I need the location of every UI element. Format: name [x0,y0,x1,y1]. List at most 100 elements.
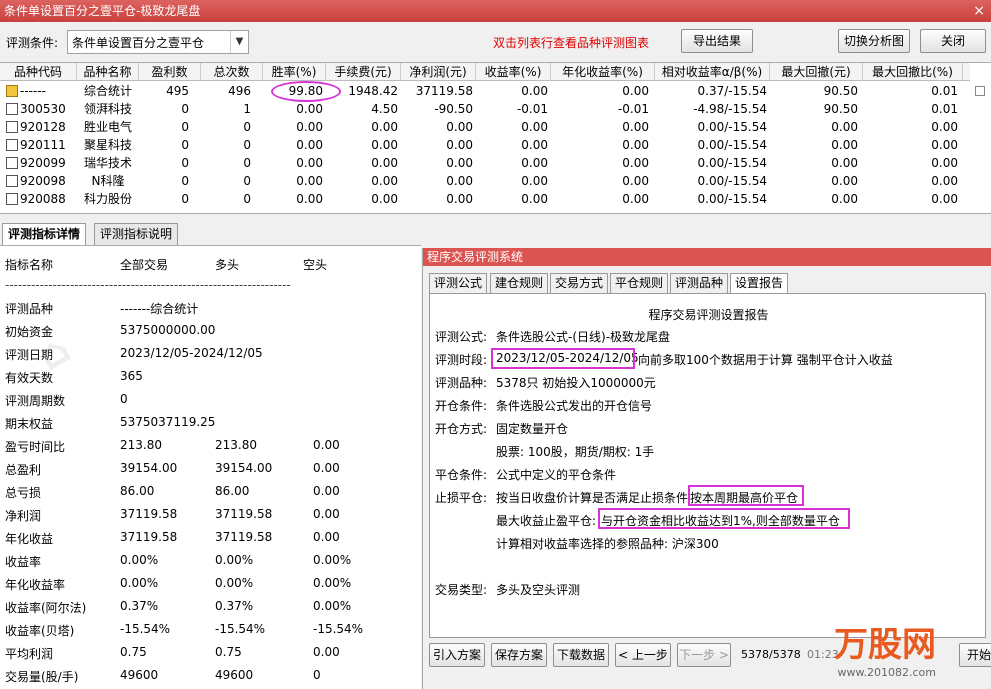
report-value: 固定数量开仓 [496,422,569,436]
tab-explain[interactable]: 评测指标说明 [94,223,179,245]
col-header[interactable]: 最大回撤比(%) [863,63,963,81]
tab-detail[interactable]: 评测指标详情 [2,223,87,245]
table-row[interactable]: ------ 综合统计 495 496 99.80 1948.42 37119.58 0.00… [0,82,970,100]
table-cell: 0.00 [622,120,649,134]
prev-step-button[interactable]: < 上一步 [615,643,671,667]
detail-row: 收益率(阿尔法) 0.37% 0.37% 0.00% [0,597,421,617]
col-header[interactable]: 总次数 [201,63,263,81]
tab-open-rule[interactable]: 建仓规则 [490,273,549,293]
table-cell: N科隆 [91,174,125,188]
table-cell: 300530 [20,102,66,116]
detail-value: 0.00% [120,576,159,590]
table-cell: 0 [243,120,251,134]
window-title-bar: 条件单设置百分之壹平仓-极致龙尾盘 × [0,0,991,22]
table-cell: 920088 [20,192,66,206]
detail-value: 49600 [215,668,254,682]
tab-settings-report[interactable]: 设置报告 [730,273,789,293]
table-row[interactable]: 300530 领湃科技 0 1 0.00 4.50 -90.50 -0.01 -0.01 -4.9… [0,100,970,118]
col-header[interactable]: 盈利数 [139,63,201,81]
close-button[interactable]: 关闭 [920,29,986,53]
tab-formula[interactable]: 评测公式 [429,273,488,293]
table-cell: 0.00/-15.54 [697,174,767,188]
report-value: 股票: 100股，期货/期权: 1手 [496,445,655,459]
detail-value: 5375037119.25 [120,415,216,429]
close-icon[interactable]: × [973,0,985,22]
chevron-down-icon[interactable]: ▼ [230,31,248,53]
table-cell: 0.01 [931,84,958,98]
col-header[interactable]: 胜率(%) [263,63,326,81]
detail-row: 平均利润 0.75 0.75 0.00 [0,643,421,663]
table-cell: 0.00/-15.54 [697,120,767,134]
table-cell: 0.00 [446,138,473,152]
table-cell: 920128 [20,120,66,134]
detail-value: 5375000000.00 [120,323,216,337]
report-value: 条件选股公式-(日线)-极致龙尾盘 [496,330,671,344]
table-row[interactable]: 920128 胜业电气 0 0 0.00 0.00 0.00 0.00 0.00 0.00/-15… [0,118,970,136]
detail-label: 盈亏时间比 [5,440,66,454]
tab-close-rule[interactable]: 平仓规则 [610,273,669,293]
table-cell: 0.01 [931,102,958,116]
report-label: 平仓条件: [435,468,488,482]
detail-value: 49600 [120,668,159,682]
detail-value: -------综合统计 [120,302,199,316]
start-button[interactable]: 开始 [959,643,991,667]
col-header[interactable]: 手续费(元) [326,63,401,81]
table-row[interactable]: 920099 瑞华技术 0 0 0.00 0.00 0.00 0.00 0.00 0.00/-15… [0,154,970,172]
table-cell: 0 [243,156,251,170]
detail-value: 0.00 [313,484,340,498]
detail-row: 评测周期数 0 [0,390,421,410]
col-header[interactable]: 品种名称 [77,63,139,81]
results-grid[interactable]: 品种代码 品种名称 盈利数 总次数 胜率(%) 手续费(元) 净利润(元) 收益… [0,62,991,214]
table-cell: 0.00 [296,174,323,188]
table-cell: 0.00 [931,138,958,152]
table-row[interactable]: 920098 N科隆 0 0 0.00 0.00 0.00 0.00 0.00 0.00/-15.… [0,172,970,190]
detail-row: 总亏损 86.00 86.00 0.00 [0,482,421,502]
report-label: 止损平仓: [435,491,488,505]
detail-label: 收益率(阿尔法) [5,601,87,615]
table-cell: -90.50 [434,102,473,116]
detail-label: 平均利润 [5,647,54,661]
tab-trade-mode[interactable]: 交易方式 [550,273,609,293]
table-cell: 920099 [20,156,66,170]
next-step-button[interactable]: 下一步 > [677,643,731,667]
col-header[interactable]: 相对收益率α/β(%) [655,63,770,81]
report-value: 最大收益止盈平仓: [496,514,597,528]
download-data-button[interactable]: 下载数据 [553,643,609,667]
settings-report: 程序交易评测设置报告 评测公式: 条件选股公式-(日线)-极致龙尾盘 评测时段: 20… [429,293,986,638]
col-header[interactable]: 收益率(%) [476,63,551,81]
report-title: 程序交易评测设置报告 [648,308,769,322]
detail-value: 0.00% [313,553,352,567]
panel-title: 程序交易评测系统 [423,248,991,266]
table-cell: 0.00 [931,156,958,170]
table-cell: 4.50 [371,102,398,116]
condition-select[interactable]: 条件单设置百分之壹平仓 ▼ [67,30,249,54]
import-plan-button[interactable]: 引入方案 [429,643,485,667]
header-all: 全部交易 [120,258,169,272]
table-cell: 0.00/-15.54 [697,156,767,170]
table-cell: 0.00 [296,156,323,170]
detail-value: 0.00% [215,553,254,567]
save-plan-button[interactable]: 保存方案 [491,643,547,667]
switch-chart-button[interactable]: 切换分析图 [838,29,910,53]
detail-value: 0.00 [313,507,340,521]
table-row[interactable]: 920088 科力股份 0 0 0.00 0.00 0.00 0.00 0.00 0.00/-15… [0,190,970,208]
tab-eval-symbols[interactable]: 评测品种 [670,273,729,293]
table-cell: 0.00 [371,192,398,206]
col-header[interactable]: 品种代码 [0,63,77,81]
export-button[interactable]: 导出结果 [681,29,753,53]
col-header[interactable]: 年化收益率(%) [551,63,655,81]
table-cell: 0.00 [521,174,548,188]
table-cell: 0.00 [296,138,323,152]
col-header[interactable]: 净利润(元) [401,63,476,81]
detail-label: 评测周期数 [5,394,66,408]
table-cell: 37119.58 [415,84,473,98]
table-cell: 1 [243,102,251,116]
table-cell: 0 [181,174,189,188]
detail-row: 初始资金 5375000000.00 [0,321,421,341]
table-cell: 0.00/-15.54 [697,192,767,206]
col-header[interactable]: 最大回撤(元) [770,63,863,81]
table-row[interactable]: 920111 聚星科技 0 0 0.00 0.00 0.00 0.00 0.00 0.00/-15… [0,136,970,154]
grid-header: 品种代码 品种名称 盈利数 总次数 胜率(%) 手续费(元) 净利润(元) 收益… [0,63,970,81]
grid-checkbox[interactable] [975,86,985,96]
file-icon [6,85,18,97]
